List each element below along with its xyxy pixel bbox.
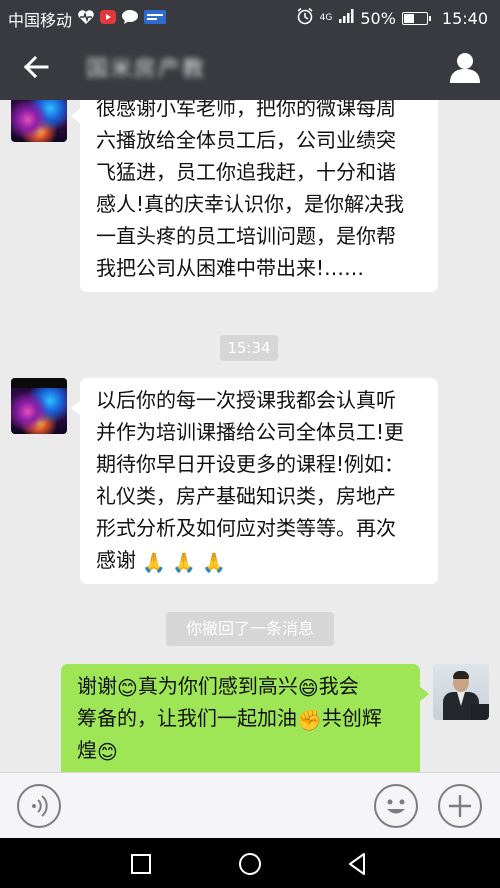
message-line: 我把公司从困难中带出来!…… <box>96 256 365 280</box>
message-text: 共创辉 <box>321 706 382 730</box>
message-line: 煌😊 <box>77 734 404 766</box>
smile-emoji: 😊 <box>117 676 138 700</box>
message-text: 煌 <box>77 738 97 762</box>
message-line: 感谢 🙏 🙏 🙏 <box>96 544 422 576</box>
message-app-icon <box>121 9 139 30</box>
person-icon[interactable] <box>448 50 482 84</box>
message-line: 很感谢小军老师，把你的微课每周 <box>96 100 396 120</box>
message-line: 一直头疼的员工培训问题，是你帮 <box>96 224 396 248</box>
message-line: 以后你的每一次授课我都会认真听 <box>96 388 396 412</box>
chat-header: 国米房产教 <box>0 34 500 100</box>
message-line: 形式分析及如何应对类等等。再次 <box>96 516 396 540</box>
folded-hands-emoji: 🙏 <box>172 552 197 574</box>
fist-emoji: ✊ <box>297 708 322 732</box>
avatar[interactable] <box>11 100 67 142</box>
status-time: 15:40 <box>441 9 488 28</box>
battery-icon <box>401 12 431 25</box>
heart-monitor-icon <box>77 9 95 30</box>
carrier-label: 中国移动 <box>8 11 73 30</box>
battery-percent: 50% <box>360 9 396 28</box>
signal-icon <box>338 8 354 29</box>
sun-smile-emoji: 😊 <box>97 740 118 764</box>
message-text: 我会 <box>318 674 359 698</box>
network-type-label: 4G <box>319 13 333 23</box>
message-text: 感谢 <box>96 548 136 572</box>
video-app-icon <box>100 9 117 30</box>
voice-icon[interactable] <box>17 784 61 828</box>
status-bar: 中国移动 4G 50% 15:40 <box>0 0 500 34</box>
own-avatar[interactable] <box>433 664 489 720</box>
time-divider: 15:34 <box>220 335 278 361</box>
emoji-face-icon[interactable] <box>374 784 418 828</box>
message-line: 礼仪类，房产基础知识类，房地产 <box>96 484 396 508</box>
folded-hands-emoji: 🙏 <box>202 552 227 574</box>
system-nav-bar <box>0 838 500 888</box>
avatar[interactable] <box>11 378 67 434</box>
folded-hands-emoji: 🙏 <box>142 552 167 574</box>
plus-icon[interactable] <box>438 784 482 828</box>
message-text: 真为你们感到高兴 <box>137 674 298 698</box>
grin-emoji: 😄 <box>297 676 319 700</box>
back-arrow-icon[interactable] <box>20 51 52 83</box>
alarm-icon <box>296 7 314 30</box>
message-line: 并作为培训课播给公司全体员工!更 <box>96 420 405 444</box>
message-line: 期待你早日开设更多的课程!例如： <box>96 452 405 476</box>
message-line: 谢谢😊真为你们感到高兴😄我会 <box>77 670 404 702</box>
chat-area[interactable]: 很感谢小军老师，把你的微课每周 六播放给全体员工后，公司业绩突 飞猛进，员工你追… <box>0 100 500 772</box>
app-notification-icon <box>144 9 167 30</box>
input-bar <box>0 772 500 838</box>
message-line: 筹备的，让我们一起加油✊共创辉 <box>77 702 404 734</box>
recall-notice: 你撤回了一条消息 <box>166 612 334 646</box>
message-text: 筹备的，让我们一起加油 <box>77 706 297 730</box>
message-bubble[interactable]: 很感谢小军老师，把你的微课每周 六播放给全体员工后，公司业绩突 飞猛进，员工你追… <box>71 100 438 292</box>
message-line: 飞猛进，员工你追我赶，十分和谐 <box>96 160 396 184</box>
message-bubble[interactable]: 以后你的每一次授课我都会认真听 并作为培训课播给公司全体员工!更 期待你早日开设… <box>71 378 438 584</box>
nav-back-icon[interactable] <box>344 851 370 877</box>
own-message-bubble[interactable]: 谢谢😊真为你们感到高兴😄我会 筹备的，让我们一起加油✊共创辉 煌😊 <box>61 664 429 772</box>
chat-title: 国米房产教 <box>86 57 207 82</box>
recent-apps-icon[interactable] <box>128 851 154 877</box>
message-line: 六播放给全体员工后，公司业绩突 <box>96 128 396 152</box>
message-text: 谢谢 <box>77 674 117 698</box>
home-icon[interactable] <box>237 851 263 877</box>
message-line: 感人!真的庆幸认识你，是你解决我 <box>96 192 405 216</box>
